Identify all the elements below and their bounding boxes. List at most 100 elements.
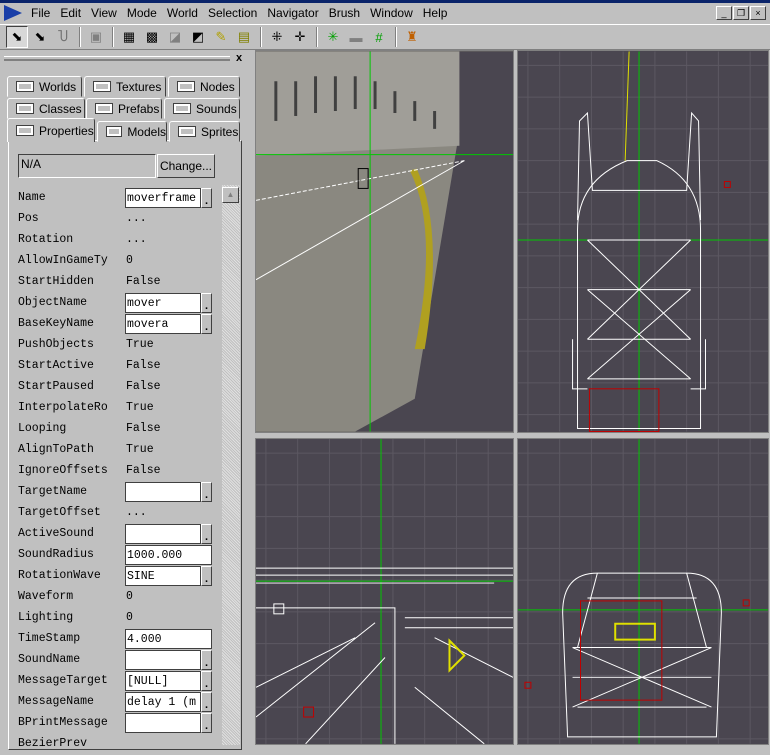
property-value-button[interactable]: ... (125, 209, 148, 229)
menu-view[interactable]: View (86, 6, 122, 20)
property-row: TargetOffset... (18, 503, 213, 524)
property-label: InterpolateRo (18, 401, 108, 414)
minimize-button[interactable]: _ (716, 6, 732, 20)
restore-button[interactable]: ❐ (733, 6, 749, 20)
property-value-button[interactable]: False (125, 461, 162, 481)
property-label: StartHidden (18, 275, 94, 288)
menu-edit[interactable]: Edit (55, 6, 86, 20)
property-value-input[interactable]: delay 1 (m (125, 692, 201, 712)
app-logo-icon[interactable] (4, 5, 22, 21)
vertex-icon[interactable]: ◩ (187, 26, 209, 48)
property-value-button[interactable]: ... (125, 503, 148, 523)
axis-icon[interactable]: ✛ (289, 26, 311, 48)
texture-apply-icon[interactable]: ▤ (233, 26, 255, 48)
tab-icon (178, 126, 196, 137)
browse-button[interactable]: . (201, 692, 212, 712)
property-value-button[interactable]: False (125, 272, 162, 292)
property-value-button[interactable]: False (125, 356, 162, 376)
browse-button[interactable]: . (201, 566, 212, 586)
menu-world[interactable]: World (162, 6, 203, 20)
property-value-button[interactable]: 0 (125, 251, 134, 271)
tab-nodes[interactable]: Nodes (168, 76, 240, 97)
actor-marker (742, 599, 750, 607)
property-value-button[interactable]: True (125, 335, 155, 355)
property-scrollbar[interactable] (222, 185, 240, 745)
browse-button[interactable]: . (201, 671, 212, 691)
property-value-input[interactable] (125, 524, 201, 544)
menu-window[interactable]: Window (365, 6, 418, 20)
tab-textures[interactable]: Textures (84, 76, 166, 97)
camera-move-icon[interactable]: ⬊ (6, 26, 28, 48)
browse-button[interactable]: . (201, 188, 212, 208)
grid-snap-icon[interactable]: # (368, 26, 390, 48)
tab-worlds[interactable]: Worlds (7, 76, 82, 97)
property-value-button[interactable]: True (125, 440, 155, 460)
viewport-top[interactable] (517, 50, 769, 433)
property-value-input[interactable] (125, 650, 201, 670)
browse-button[interactable]: . (201, 713, 212, 733)
scale-icon[interactable]: ▦ (118, 26, 140, 48)
tab-properties[interactable]: Properties (7, 118, 95, 142)
tab-label: Models (127, 124, 166, 139)
snap-grid-icon[interactable]: ▩ (141, 26, 163, 48)
browse-button[interactable]: . (201, 482, 212, 502)
scroll-up-button[interactable]: ▲ (222, 187, 239, 203)
property-value-input[interactable]: movera (125, 314, 201, 334)
tab-icon (16, 81, 34, 92)
camera-rotate-icon[interactable]: ⬊ (29, 26, 51, 48)
property-label: Pos (18, 212, 39, 225)
property-value-button[interactable] (125, 734, 127, 754)
viewport-side[interactable] (255, 438, 514, 745)
menu-navigator[interactable]: Navigator (262, 6, 323, 20)
property-value-button[interactable]: False (125, 377, 162, 397)
property-value-input[interactable]: 1000.000 (125, 545, 212, 565)
property-value-input[interactable]: moverframe (125, 188, 201, 208)
property-value-button[interactable]: ... (125, 230, 148, 250)
magnet-icon[interactable]: Ⴎ (52, 26, 74, 48)
property-value-input[interactable]: mover (125, 293, 201, 313)
perspective-scene (256, 51, 513, 432)
property-value-input[interactable]: [NULL] (125, 671, 201, 691)
play-icon[interactable]: ♜ (401, 26, 423, 48)
menu-file[interactable]: File (26, 6, 55, 20)
brush-icon[interactable]: ▣ (85, 26, 107, 48)
tab-models[interactable]: Models (97, 121, 167, 142)
panel-close-button[interactable]: x (236, 52, 242, 64)
property-value-button[interactable]: False (125, 419, 162, 439)
menu-selection[interactable]: Selection (203, 6, 262, 20)
grid-green-icon[interactable]: ✳ (322, 26, 344, 48)
center-crosshair-icon[interactable]: ⁜ (266, 26, 288, 48)
menu-brush[interactable]: Brush (324, 6, 365, 20)
tab-prefabs[interactable]: Prefabs (86, 98, 162, 119)
grid (518, 439, 768, 744)
property-value-input[interactable]: 4.000 (125, 629, 212, 649)
tab-sprites[interactable]: Sprites (169, 121, 240, 142)
viewport-perspective[interactable] (255, 50, 514, 433)
toolbar-separator (79, 27, 81, 47)
viewport-front[interactable] (517, 438, 769, 745)
property-row: StartPaused False (18, 377, 213, 398)
property-value-button[interactable]: 0 (125, 587, 134, 607)
change-button[interactable]: Change... (157, 154, 215, 178)
browse-button[interactable]: . (201, 314, 212, 334)
actor-marker (723, 180, 731, 188)
browse-button[interactable]: . (201, 293, 212, 313)
tab-classes[interactable]: Classes (7, 98, 85, 119)
tab-sounds[interactable]: Sounds (164, 98, 240, 119)
resize-icon[interactable]: ◪ (164, 26, 186, 48)
property-value-button[interactable]: 0 (125, 608, 134, 628)
menu-help[interactable]: Help (418, 6, 453, 20)
selected-brush (614, 622, 656, 641)
grid-plane-icon[interactable]: ▬ (345, 26, 367, 48)
property-row: TimeStamp 4.000 (18, 629, 213, 650)
property-value-input[interactable] (125, 713, 201, 733)
property-value-button[interactable]: True (125, 398, 155, 418)
browse-button[interactable]: . (201, 524, 212, 544)
browse-button[interactable]: . (201, 650, 212, 670)
property-value-input[interactable] (125, 482, 201, 502)
property-value-input[interactable]: SINE (125, 566, 201, 586)
property-row: SoundName. (18, 650, 213, 671)
texture-pick-icon[interactable]: ✎ (210, 26, 232, 48)
menu-mode[interactable]: Mode (122, 6, 162, 20)
close-button[interactable]: × (750, 6, 766, 20)
